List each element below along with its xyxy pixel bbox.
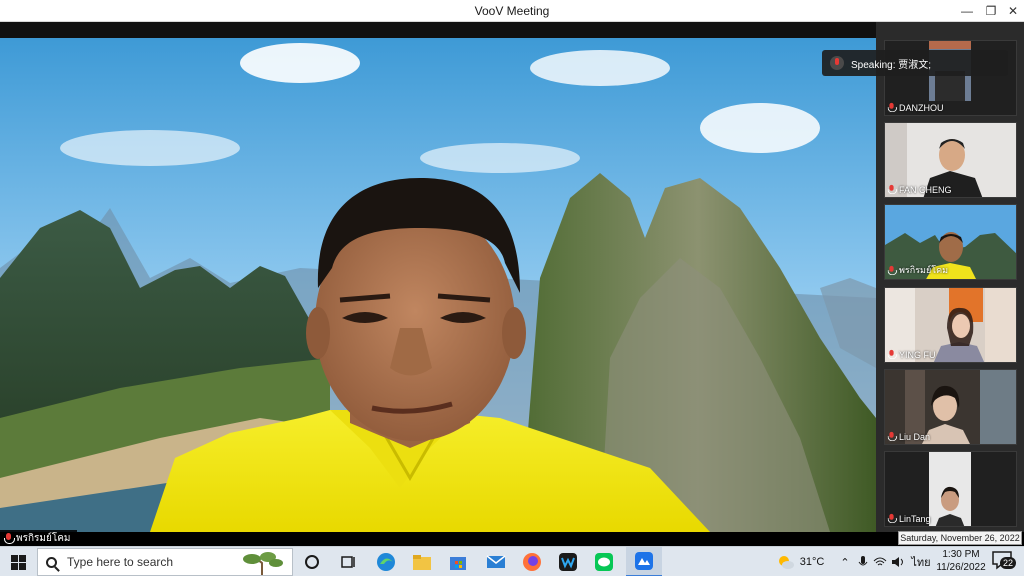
- webex-icon[interactable]: [554, 547, 582, 576]
- mic-icon: [887, 102, 898, 113]
- clock-date: 11/26/2022: [936, 562, 986, 573]
- participant-name: LinTang: [899, 513, 931, 524]
- search-icon: [46, 556, 57, 568]
- window-title: VooV Meeting: [474, 4, 550, 18]
- participant-name-tag: FAN CHENG: [887, 184, 952, 195]
- cortana-icon[interactable]: [298, 547, 326, 576]
- participant-name-tag: DANZHOU: [887, 102, 944, 113]
- mic-icon: [4, 533, 15, 544]
- participant-tile[interactable]: LinTang: [884, 451, 1017, 527]
- main-video[interactable]: [0, 38, 876, 532]
- voov-icon[interactable]: [626, 547, 662, 576]
- participant-name-tag: YING FU: [887, 349, 936, 360]
- minimize-button[interactable]: —: [954, 0, 980, 22]
- participant-name-tag: LinTang: [887, 513, 931, 524]
- speaking-label: Speaking: 贾淑文;: [851, 59, 932, 71]
- mic-icon: [887, 184, 898, 195]
- taskbar: Type here to search 31°C ⌃ ไทย 1:30 PM 1…: [0, 546, 1024, 576]
- clock-time: 1:30 PM: [942, 549, 980, 560]
- mic-icon: [887, 431, 898, 442]
- participant-name: YING FU: [899, 349, 936, 360]
- window-title-bar: VooV Meeting — ❐ ✕: [0, 0, 1024, 22]
- mail-icon[interactable]: [482, 547, 510, 576]
- taskbar-search[interactable]: Type here to search: [37, 548, 293, 576]
- notification-count: 22: [1000, 557, 1016, 569]
- main-participant-name: พรกิรมย์โคม: [16, 533, 71, 544]
- weather-icon[interactable]: [776, 547, 796, 576]
- main-video-frame: [0, 38, 876, 532]
- microphone-icon[interactable]: [856, 547, 870, 576]
- wifi-icon[interactable]: [872, 547, 888, 576]
- search-placeholder: Type here to search: [67, 555, 174, 569]
- firefox-icon[interactable]: [518, 547, 546, 576]
- edge-icon[interactable]: [372, 547, 400, 576]
- date-tooltip: Saturday, November 26, 2022: [898, 531, 1022, 545]
- windows-icon: [10, 554, 26, 570]
- task-view-icon[interactable]: [334, 547, 362, 576]
- weather-temperature[interactable]: 31°C: [798, 547, 826, 576]
- start-button[interactable]: [0, 547, 36, 576]
- volume-icon[interactable]: [890, 547, 906, 576]
- mic-icon: [887, 265, 898, 275]
- participant-name: DANZHOU: [899, 102, 944, 113]
- participant-tile[interactable]: Liu Dan: [884, 369, 1017, 445]
- participant-name: พรกิรมย์โคม: [899, 265, 949, 275]
- meeting-top-strip: [0, 22, 1024, 38]
- line-icon[interactable]: [590, 547, 618, 576]
- taskbar-clock[interactable]: 1:30 PM 11/26/2022: [936, 548, 986, 576]
- participant-tile[interactable]: FAN CHENG: [884, 122, 1017, 198]
- language-indicator[interactable]: ไทย: [908, 547, 934, 576]
- participant-name-tag: พรกิรมย์โคม: [887, 263, 948, 277]
- close-button[interactable]: ✕: [1000, 0, 1024, 22]
- mic-icon: [887, 349, 898, 360]
- participant-name: Liu Dan: [899, 431, 931, 442]
- main-video-name-tag: พรกิรมย์โคม: [0, 530, 77, 546]
- file-explorer-icon[interactable]: [408, 547, 436, 576]
- store-icon[interactable]: [444, 547, 472, 576]
- speaking-indicator: Speaking: 贾淑文;: [822, 50, 1008, 76]
- bonsai-icon: [243, 552, 283, 575]
- participant-name-tag: Liu Dan: [887, 431, 930, 442]
- chevron-up-icon[interactable]: ⌃: [838, 547, 852, 576]
- speaker-icon: [830, 56, 844, 70]
- mic-icon: [887, 513, 898, 524]
- participant-tile[interactable]: พรกิรมย์โคม: [884, 204, 1017, 280]
- participant-name: FAN CHENG: [899, 184, 952, 195]
- participant-tile[interactable]: YING FU: [884, 287, 1017, 363]
